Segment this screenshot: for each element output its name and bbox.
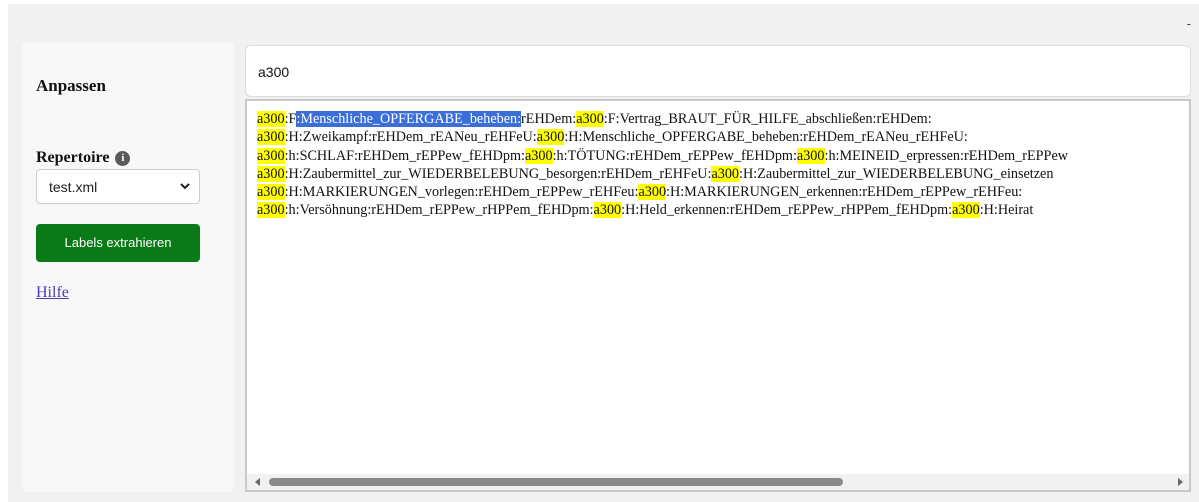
scrollbar-thumb[interactable] [269, 478, 843, 486]
sidebar-panel: Anpassen Repertoire i test.xml Labels ex… [22, 42, 234, 492]
menu-dash-icon[interactable]: - [1187, 16, 1191, 31]
output-textarea[interactable]: a300:F:Menschliche_OPFERGABE_beheben:rEH… [245, 99, 1191, 492]
scroll-right-arrow-icon[interactable] [1178, 478, 1183, 486]
output-text: :H:MARKIERUNGEN_vorlegen:rEHDem_rEPPew_r… [284, 184, 639, 201]
match-highlight: a300 [638, 184, 667, 201]
output-text: rEHDem: [521, 111, 577, 127]
top-bar: - [8, 4, 1199, 40]
output-text: :h:MEINEID_erpressen:rEHDem_rEPPew [824, 147, 1069, 164]
output-text: :H:Zweikampf:rEHDem_rEANeu_rEHFeU: [284, 129, 537, 146]
match-highlight: a300 [257, 111, 285, 127]
extract-labels-button[interactable]: Labels extrahieren [36, 224, 200, 262]
match-highlight: a300 [257, 129, 285, 146]
output-line: a300:H:Zaubermittel_zur_WIEDERBELEBUNG_b… [257, 165, 1177, 183]
match-highlight: a300 [525, 147, 553, 164]
match-highlight: a300 [711, 165, 740, 182]
help-link[interactable]: Hilfe [36, 284, 69, 302]
selected-text: :Menschliche_OPFERGABE_beheben: [296, 111, 522, 127]
output-text: :F [284, 111, 297, 127]
output-text: :H:Heirat [979, 202, 1034, 219]
output-line: a300:h:SCHLAF:rEHDem_rEPPew_fEHDpm:a300:… [257, 147, 1177, 165]
match-highlight: a300 [576, 111, 604, 127]
match-highlight: a300 [257, 165, 285, 182]
match-highlight: a300 [257, 202, 285, 219]
output-text: :H:Menschliche_OPFERGABE_beheben:rEHDem_… [564, 129, 968, 146]
output-lines: a300:F:Menschliche_OPFERGABE_beheben:rEH… [257, 110, 1177, 220]
match-highlight: a300 [257, 147, 285, 164]
output-line: a300:H:MARKIERUNGEN_vorlegen:rEHDem_rEPP… [257, 183, 1177, 201]
scroll-left-arrow-icon[interactable] [255, 478, 260, 486]
match-highlight: a300 [796, 147, 825, 164]
match-highlight: a300 [952, 202, 980, 219]
output-text: :h:TÖTUNG:rEHDem_rEPPew_fEHDpm: [552, 147, 797, 164]
search-input[interactable]: a300 [245, 45, 1191, 97]
match-highlight: a300 [536, 129, 565, 146]
chevron-down-icon [180, 183, 190, 190]
main-area: a300 a300:F:Menschliche_OPFERGABE_behebe… [245, 45, 1191, 492]
output-line: a300:h:Versöhnung:rEHDem_rEPPew_rHPPem_f… [257, 201, 1177, 219]
repertoire-select-value: test.xml [49, 179, 98, 195]
output-text: :H:Held_erkennen:rEHDem_rEPPew_rHPPem_fE… [621, 202, 953, 219]
info-icon[interactable]: i [115, 150, 131, 166]
sidebar-heading: Anpassen [36, 76, 106, 95]
repertoire-select[interactable]: test.xml [36, 169, 200, 204]
horizontal-scrollbar[interactable] [247, 474, 1189, 490]
output-text: :F:Vertrag_BRAUT_FÜR_HILFE_abschließen:r… [603, 111, 932, 127]
output-text: :h:SCHLAF:rEHDem_rEPPew_fEHDpm: [284, 147, 525, 164]
match-highlight: a300 [593, 202, 622, 219]
output-line: a300:F:Menschliche_OPFERGABE_beheben:rEH… [257, 110, 1177, 128]
output-text: :H:MARKIERUNGEN_erkennen:rEHDem_rEPPew_r… [666, 184, 1023, 201]
output-text: :H:Zaubermittel_zur_WIEDERBELEBUNG_besor… [284, 165, 712, 182]
search-input-value: a300 [258, 64, 290, 80]
repertoire-label: Repertoire i [36, 149, 131, 167]
repertoire-label-text: Repertoire [36, 149, 110, 166]
output-text: :h:Versöhnung:rEHDem_rEPPew_rHPPem_fEHDp… [284, 202, 594, 219]
output-text: :H:Zaubermittel_zur_WIEDERBELEBUNG_einse… [739, 165, 1054, 182]
match-highlight: a300 [257, 184, 285, 201]
output-line: a300:H:Zweikampf:rEHDem_rEANeu_rEHFeU:a3… [257, 128, 1177, 146]
